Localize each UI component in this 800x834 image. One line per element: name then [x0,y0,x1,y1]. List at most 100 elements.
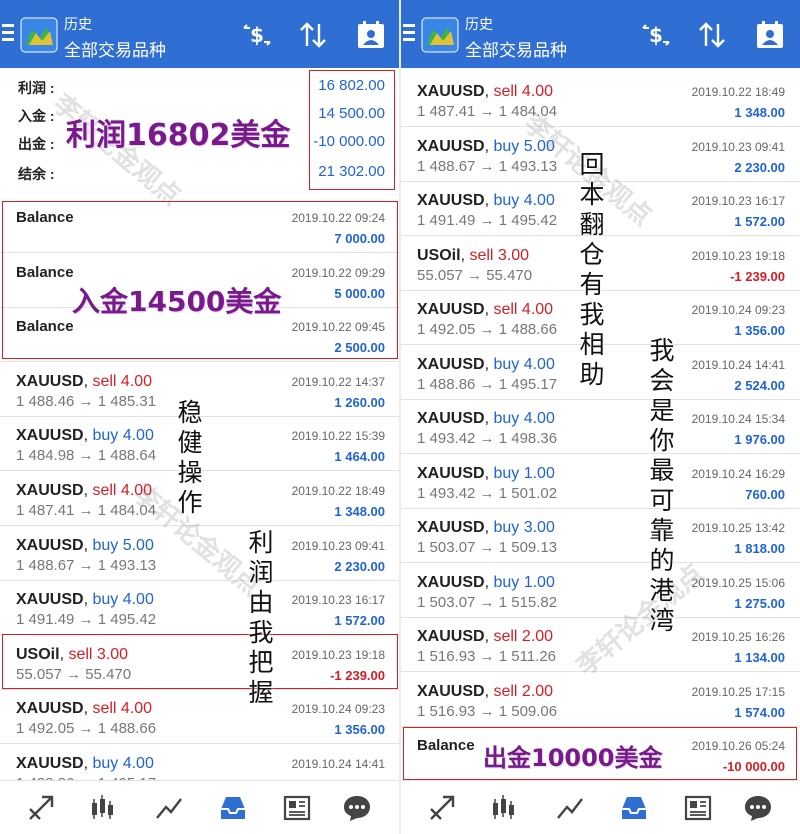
deal-prices: 1 488.67 → 1 493.13 [16,556,157,574]
deal-title: XAUUSD, buy 4.00 [417,410,555,428]
deal-row[interactable]: 1 503.07 → 1 515.82 XAUUSD, buy 1.00 2019.… [401,564,800,618]
deal-date: 2019.10.22 14:37 [291,374,385,389]
deal-prices: 1 491.49 → 1 495.42 [16,611,157,629]
calendar-person-icon[interactable] [753,18,787,52]
deal-row[interactable]: 1 516.93 → 1 509.06 XAUUSD, sell 2.00 2019… [401,673,800,727]
deposit-caption: 入金14500美金 [72,285,282,318]
svg-text:$: $ [250,23,264,47]
chart-icon[interactable] [88,793,118,823]
deal-title: XAUUSD, buy 4.00 [16,755,154,773]
vertical-caption-profit: 利润由我把握 [248,528,274,707]
deal-prices: 1 503.07 → 1 515.82 [417,593,558,611]
deal-side: sell [92,372,117,390]
deal-side: sell [493,83,518,100]
deal-title: XAUUSD, buy 1.00 [417,574,555,592]
deal-symbol: XAUUSD [16,372,84,390]
chat-icon[interactable] [342,793,372,823]
deal-title: XAUUSD, sell 2.00 [417,683,553,701]
deal-side: buy [493,573,520,591]
deal-amount: 1 572.00 [334,613,385,629]
deal-side: sell [493,628,518,645]
deal-side: buy [92,591,119,609]
deal-amount: -1 239.00 [730,268,785,284]
deal-prices: 1 503.07 → 1 509.13 [417,539,558,556]
news-icon[interactable] [683,793,713,823]
deal-row[interactable]: 1 487.41 → 1 484.04 XAUUSD, sell 4.00 2019… [401,73,800,127]
deal-symbol: XAUUSD [417,83,485,100]
currency-swap-icon[interactable]: $ [240,18,274,52]
deal-amount: 1 572.00 [734,214,785,229]
analytics-icon[interactable] [555,793,585,823]
header-subtitle: 历史 [64,16,92,32]
deal-lots: 3.00 [523,519,555,536]
app-logo-icon [421,17,459,53]
deal-row[interactable]: 1 492.05 → 1 488.66 XAUUSD, sell 4.00 2019… [0,690,400,745]
deal-title: XAUUSD, sell 2.00 [417,628,553,646]
deal-date: 2019.10.24 15:34 [691,412,785,426]
deal-symbol: XAUUSD [417,573,485,591]
deal-prices: 1 484.98 → 1 488.64 [16,447,157,465]
deal-lots: 4.00 [120,700,153,718]
deal-lots: 4.00 [523,355,555,373]
deal-row[interactable]: 1 493.42 → 1 501.02 XAUUSD, buy 1.00 2019.… [401,455,800,509]
menu-icon[interactable] [403,24,415,42]
deal-side: buy [493,410,520,427]
deal-row[interactable]: 1 503.07 → 1 509.13 XAUUSD, buy 3.00 2019.… [401,509,800,563]
sort-icon[interactable] [695,18,729,52]
currency-swap-icon[interactable]: $ [639,18,673,52]
deal-amount: 760.00 [745,486,785,502]
deal-prices: 1 488.86 → 1 495.17 [417,375,558,393]
history-icon[interactable] [619,793,649,823]
deal-date: 2019.10.22 15:39 [291,429,385,444]
deal-date: 2019.10.24 09:23 [691,303,785,317]
left-screen: 历史 全部交易品种 $ 利润 : 16 802.00 入金 : 14 500.0… [0,0,400,834]
history-icon[interactable] [218,793,248,823]
vertical-caption-recover: 回本翻仓有我相助 [579,150,605,389]
profit-label: 利润 : [18,80,55,96]
deal-title: XAUUSD, buy 4.00 [417,192,555,210]
menu-icon[interactable] [2,24,14,42]
deal-side: buy [493,192,520,209]
deal-lots: 4.00 [122,427,154,445]
deal-symbol: XAUUSD [16,482,84,499]
app-logo-icon [20,17,58,53]
deal-side: buy [92,755,119,772]
deal-amount: 1 356.00 [334,722,385,738]
trade-icon[interactable] [26,793,56,823]
right-screen: 历史 全部交易品种 $ 1 487.41 → 1 484.04 XAUUSD, s… [401,0,800,834]
deal-date: 2019.10.25 17:15 [691,684,785,699]
deal-symbol: XAUUSD [16,755,84,772]
deal-symbol: XAUUSD [417,464,485,482]
deal-symbol: XAUUSD [417,192,485,209]
deal-title: XAUUSD, sell 4.00 [16,700,152,718]
deal-title: XAUUSD, sell 4.00 [16,373,152,391]
deal-side: buy [493,355,520,373]
deal-lots: 4.00 [122,755,154,772]
analytics-icon[interactable] [154,793,184,823]
deal-prices: 1 493.42 → 1 498.36 [417,430,558,447]
news-icon[interactable] [282,793,312,823]
chart-icon[interactable] [489,793,519,823]
deal-date: 2019.10.23 09:41 [691,139,785,154]
deal-date: 2019.10.24 14:41 [691,357,785,372]
balance-label: 结余 : [18,166,55,182]
deal-date: 2019.10.23 09:41 [291,538,385,553]
header-title[interactable]: 全部交易品种 [465,36,567,61]
deal-date: 2019.10.24 09:23 [291,702,385,717]
calendar-person-icon[interactable] [354,18,388,52]
vertical-caption-steady: 稳健操作 [177,398,203,517]
header-title[interactable]: 全部交易品种 [64,36,166,61]
deal-row[interactable]: 1 491.49 → 1 495.42 XAUUSD, buy 4.00 2019.… [0,581,400,636]
chat-icon[interactable] [743,793,773,823]
deal-title: XAUUSD, buy 4.00 [16,591,154,609]
deal-amount: 2 524.00 [734,377,785,393]
deal-side: buy [493,519,520,536]
deal-amount: 1 348.00 [334,504,385,519]
deal-row[interactable]: 1 493.42 → 1 498.36 XAUUSD, buy 4.00 2019.… [401,400,800,454]
trade-icon[interactable] [427,793,457,823]
bottom-nav [0,780,400,834]
deal-amount: 1 574.00 [734,704,785,720]
deal-amount: 1 356.00 [734,323,785,338]
sort-icon[interactable] [296,18,330,52]
deal-lots: 4.00 [122,591,154,609]
